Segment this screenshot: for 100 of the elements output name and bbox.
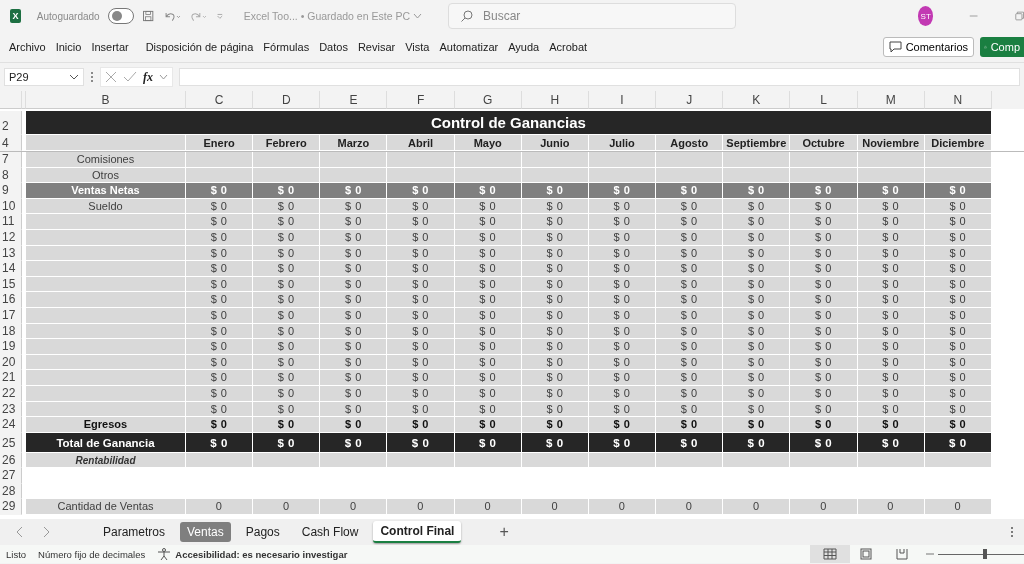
normal-view-button[interactable] xyxy=(810,545,850,563)
insert-function-button[interactable]: fx xyxy=(143,69,153,85)
menu-tab[interactable]: Vista xyxy=(400,41,435,53)
table-cell xyxy=(790,152,858,168)
column-header[interactable]: G xyxy=(454,91,522,109)
table-cell: $ 0 xyxy=(387,432,455,453)
autosave-toggle[interactable] xyxy=(107,8,135,24)
autosave-label: Autoguardado xyxy=(36,10,100,22)
more-options-icon[interactable] xyxy=(90,71,94,83)
table-cell: $ 0 xyxy=(857,261,925,277)
table-cell xyxy=(924,152,992,168)
column-header[interactable]: C xyxy=(186,91,254,109)
enter-check-icon[interactable] xyxy=(123,71,137,83)
menu-tab[interactable]: Disposición de página xyxy=(133,41,259,53)
cancel-icon[interactable] xyxy=(105,71,117,83)
user-avatar[interactable]: ST xyxy=(918,6,934,26)
menu-tab[interactable]: Insertar xyxy=(86,41,134,53)
sheet-tab[interactable]: Pagos xyxy=(238,522,287,542)
table-cell: $ 0 xyxy=(656,339,724,355)
column-header[interactable]: H xyxy=(521,91,589,109)
table-cell: $ 0 xyxy=(320,183,388,199)
table-cell: $ 0 xyxy=(723,432,791,453)
row-header[interactable]: 14 xyxy=(0,261,22,277)
menu-tab[interactable]: Fórmulas xyxy=(258,41,315,53)
menu-tab[interactable]: Acrobat xyxy=(544,41,593,53)
column-header[interactable]: L xyxy=(790,91,858,109)
table-cell: $ 0 xyxy=(387,261,455,277)
row-header[interactable]: 7 xyxy=(0,152,22,168)
row-header[interactable]: 19 xyxy=(0,339,22,355)
table-cell xyxy=(387,152,455,168)
table-cell: Febrero xyxy=(253,135,321,151)
table-cell: $ 0 xyxy=(186,339,254,355)
row-header[interactable]: 2 xyxy=(0,111,22,135)
select-all-corner[interactable] xyxy=(0,91,22,109)
menu-tab[interactable]: Ayuda xyxy=(503,41,545,53)
comments-button[interactable]: Comentarios xyxy=(882,37,974,57)
zoom-out-icon[interactable] xyxy=(926,552,934,556)
next-sheet-icon[interactable] xyxy=(42,526,50,538)
table-cell: $ 0 xyxy=(656,261,724,277)
menu-tab[interactable]: Revisar xyxy=(352,41,401,53)
row-header[interactable]: 16 xyxy=(0,292,22,308)
menu-tab[interactable]: Inicio xyxy=(50,41,87,53)
menu-tab[interactable]: Archivo xyxy=(4,41,51,53)
table-cell: Comisiones xyxy=(26,152,186,168)
table-cell: $ 0 xyxy=(723,214,791,230)
table-cell: 0 xyxy=(857,499,925,516)
column-header[interactable]: E xyxy=(320,91,388,109)
row-header[interactable]: 25 xyxy=(0,432,22,453)
search-field[interactable]: Buscar xyxy=(448,3,736,29)
row-header[interactable]: 29 xyxy=(0,499,22,516)
table-cell: $ 0 xyxy=(454,370,522,386)
previous-sheet-icon[interactable] xyxy=(16,526,24,538)
row-header[interactable]: 24 xyxy=(0,417,22,433)
column-header[interactable]: F xyxy=(387,91,455,109)
table-cell: $ 0 xyxy=(790,417,858,433)
column-header[interactable]: B xyxy=(26,91,186,109)
column-header[interactable]: D xyxy=(253,91,321,109)
column-header[interactable]: J xyxy=(656,91,724,109)
sheet-tab[interactable]: Ventas xyxy=(180,522,231,542)
table-cell: $ 0 xyxy=(253,261,321,277)
table-cell: 0 xyxy=(924,499,992,516)
formula-input[interactable] xyxy=(179,68,1020,86)
menu-tab[interactable]: Datos xyxy=(314,41,353,53)
row-header[interactable]: 11 xyxy=(0,214,22,230)
column-header[interactable]: I xyxy=(588,91,657,109)
table-cell: $ 0 xyxy=(723,339,791,355)
table-cell: $ 0 xyxy=(454,214,522,230)
column-header[interactable]: K xyxy=(723,91,791,109)
caret-icon xyxy=(413,12,422,20)
table-cell: $ 0 xyxy=(253,183,321,199)
row-header[interactable]: 4 xyxy=(0,135,22,151)
table-cell: $ 0 xyxy=(186,417,254,433)
save-icon[interactable] xyxy=(142,8,155,24)
table-cell xyxy=(588,152,657,168)
row-header[interactable]: 9 xyxy=(0,183,22,199)
caret-icon[interactable] xyxy=(159,73,168,81)
table-cell: Octubre xyxy=(790,135,858,151)
row-header[interactable]: 27 xyxy=(0,468,22,484)
customize-caret-icon[interactable] xyxy=(215,11,224,21)
share-button[interactable]: Comp xyxy=(980,37,1024,57)
row-header[interactable]: 21 xyxy=(0,370,22,386)
accessibility-status[interactable]: Accesibilidad: es necesario investigar xyxy=(175,548,348,560)
menu-tab[interactable]: Automatizar xyxy=(434,41,504,53)
table-cell: Ventas Netas xyxy=(26,183,186,199)
sheet-tab[interactable]: Control Final xyxy=(373,521,462,543)
add-sheet-button[interactable]: + xyxy=(499,523,509,541)
sheet-tab[interactable]: Cash Flow xyxy=(294,522,366,542)
zoom-slider[interactable] xyxy=(938,549,1024,559)
table-cell xyxy=(521,152,589,168)
name-box[interactable]: P29 xyxy=(4,68,84,86)
table-cell: $ 0 xyxy=(924,417,992,433)
column-header[interactable]: M xyxy=(857,91,925,109)
page-icon xyxy=(860,548,872,560)
column-header[interactable]: N xyxy=(924,91,992,109)
restore-icon[interactable] xyxy=(1014,10,1024,22)
accessibility-icon[interactable] xyxy=(157,547,172,561)
sheet-tab[interactable]: Parametros xyxy=(96,522,173,542)
excel-logo-icon: X xyxy=(10,9,21,23)
table-cell: $ 0 xyxy=(857,183,925,199)
more-options-icon[interactable] xyxy=(1010,526,1014,538)
